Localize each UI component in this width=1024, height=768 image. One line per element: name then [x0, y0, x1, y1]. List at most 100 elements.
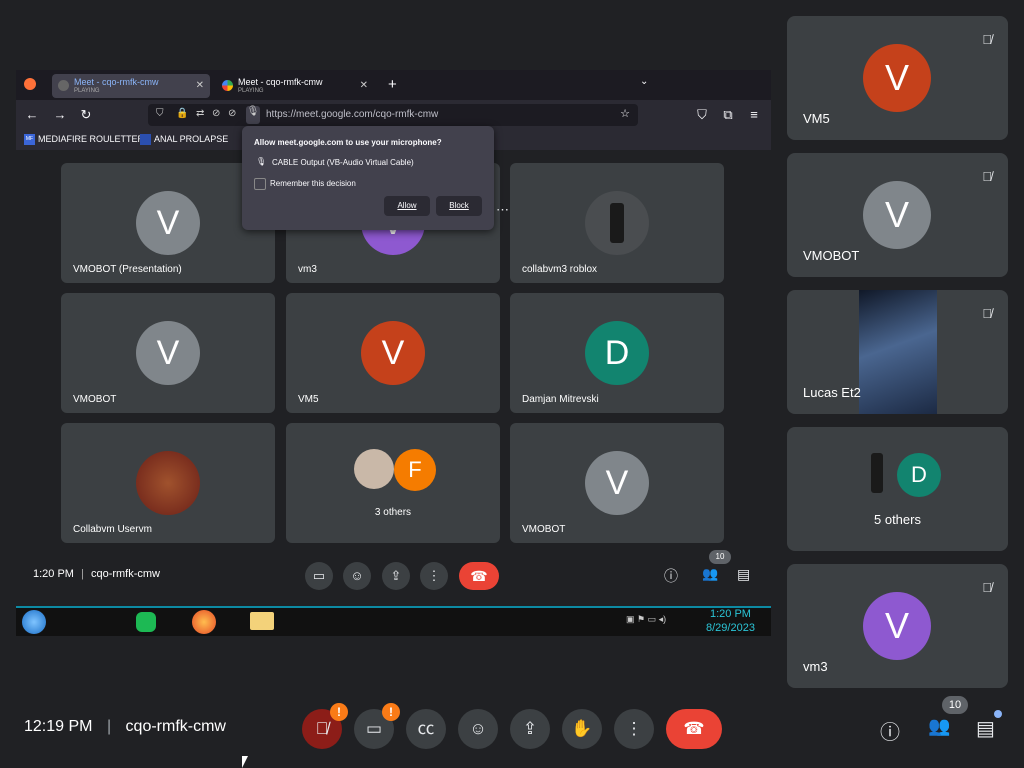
bookmark-2[interactable]: ANAL PROLAPSE [140, 134, 228, 146]
participant-name: vm3 [803, 659, 828, 674]
leave-call-button[interactable]: ☎ [666, 709, 722, 749]
meet-icon [222, 80, 233, 91]
allow-button[interactable]: Allow [384, 196, 430, 216]
avatar-photo [857, 449, 897, 497]
raise-hand-button[interactable]: ✋ [562, 709, 602, 749]
time: 1:20 PM [33, 568, 74, 580]
folder-icon[interactable] [250, 612, 274, 630]
tray-icons: ▣ ⚑ ▭ ◂) [626, 614, 667, 624]
url-text[interactable]: https://meet.google.com/cqo-rmfk-cmw [266, 109, 438, 120]
start-orb-icon[interactable] [22, 610, 46, 634]
avatar: V [863, 181, 931, 249]
captions-icon[interactable]: ▭ [305, 562, 333, 590]
captions-button[interactable]: ㏄ [406, 709, 446, 749]
participant-name: vm3 [298, 264, 317, 275]
microphone-toggle-button[interactable]: 🎙̸ ! [302, 703, 348, 749]
browser-tab-1[interactable]: Meet - cqo-rmfk-cmw PLAYING ✕ [52, 74, 210, 98]
avatar-photo [585, 191, 649, 255]
participant-name: VMOBOT [73, 394, 117, 405]
bookmark-label: MEDIAFIRE ROULETTER [38, 134, 145, 144]
shield-icon[interactable]: ⛉ [156, 108, 164, 119]
bookmark-star-icon[interactable]: ☆ [620, 107, 630, 120]
autoplay-blocked-icon[interactable]: ⊘ [228, 108, 236, 119]
firefox-taskbar-icon[interactable] [192, 610, 216, 634]
menu-icon[interactable]: ≡ [746, 107, 762, 123]
avatar: D [897, 453, 941, 497]
info-icon[interactable]: ⓘ [664, 566, 678, 586]
microphone-icon[interactable]: 🎙 [246, 106, 260, 124]
lock-icon[interactable]: 🔒 [176, 108, 188, 119]
meeting-code: cqo-rmfk-cmw [90, 568, 161, 580]
popup-title: Allow meet.google.com to use your microp… [254, 138, 442, 147]
app-icon[interactable] [136, 612, 156, 632]
bookmark-mediafire[interactable]: MF MEDIAFIRE ROULETTER [24, 134, 145, 146]
info-icon[interactable]: ⓘ [880, 716, 900, 745]
roblox-figure-icon [871, 453, 883, 493]
present-icon[interactable]: ⇪ [382, 562, 410, 590]
block-button[interactable]: Block [436, 196, 482, 216]
participant-name: Lucas Et2 [803, 385, 861, 400]
new-tab-button[interactable]: + [388, 76, 397, 93]
more-options-icon[interactable]: ⋯ [496, 202, 509, 218]
url-bar[interactable]: ⛉ 🔒 ⇄ ⊘ ⊘ 🎙 https://meet.google.com/cqo-… [148, 104, 638, 126]
close-tab-icon[interactable]: ✕ [196, 80, 204, 91]
people-icon[interactable]: 👥 [702, 566, 718, 582]
tab-status: PLAYING [238, 88, 264, 94]
inner-tile: D Damjan Mitrevski [510, 293, 724, 413]
participant-name: VM5 [803, 111, 830, 126]
avatar: V [863, 44, 931, 112]
meeting-info: 12:19 PM | cqo-rmfk-cmw [24, 718, 226, 736]
more-options-button[interactable]: ⋮ [614, 709, 654, 749]
participant-name: Collabvm Uservm [73, 524, 152, 535]
avatar-photo [354, 449, 394, 489]
avatar: F [394, 449, 436, 491]
forward-icon[interactable]: → [52, 107, 68, 123]
remember-checkbox[interactable] [254, 178, 266, 190]
chat-icon[interactable]: ▤ [737, 566, 750, 583]
emoji-button[interactable]: ☺ [458, 709, 498, 749]
inner-tile: F 3 others [286, 423, 500, 543]
inner-tile: collabvm3 roblox [510, 163, 724, 283]
participant-name: VM5 [298, 394, 319, 405]
firefox-menu-icon[interactable] [24, 78, 36, 90]
avatar: V [361, 321, 425, 385]
others-label: 3 others [374, 507, 412, 518]
warning-icon: ! [382, 703, 400, 721]
people-icon[interactable]: 👥 [928, 716, 950, 737]
roblox-figure-icon [610, 203, 624, 243]
chat-icon[interactable]: ▤ [976, 716, 995, 741]
emoji-icon[interactable]: ☺ [343, 562, 371, 590]
meeting-control-bar: 12:19 PM | cqo-rmfk-cmw 🎙̸ ! ▭ ! ㏄ ☺ ⇪ ✋… [0, 688, 1024, 768]
browser-tab-bar: Meet - cqo-rmfk-cmw PLAYING ✕ Meet - cqo… [16, 70, 771, 100]
hand-icon: ✋ [571, 719, 593, 738]
list-tabs-icon[interactable]: ⌄ [640, 76, 648, 87]
avatar: V [585, 451, 649, 515]
tab-status: PLAYING [74, 88, 100, 94]
camera-toggle-button[interactable]: ▭ ! [354, 703, 400, 749]
more-options-icon[interactable]: ⋮ [420, 562, 448, 590]
permissions-icon[interactable]: ⇄ [196, 108, 204, 119]
bookmark-icon [140, 134, 151, 146]
close-tab-icon[interactable]: ✕ [360, 80, 368, 91]
leave-call-icon[interactable]: ☎ [459, 562, 499, 590]
tab-title: Meet - cqo-rmfk-cmw [238, 77, 323, 87]
back-icon[interactable]: ← [24, 107, 40, 123]
mediafire-icon: MF [24, 134, 35, 146]
taskbar-time: 1:20 PM [710, 608, 751, 620]
meeting-time: 12:19 PM [24, 718, 93, 735]
os-taskbar: ▣ ⚑ ▭ ◂) 1:20 PM 8/29/2023 [16, 606, 771, 636]
pocket-icon[interactable]: ⛉ [694, 107, 710, 123]
avatar: D [585, 321, 649, 385]
camera-blocked-icon[interactable]: ⊘ [212, 108, 220, 119]
mic-off-icon: 🎙̸ [982, 306, 992, 321]
device-label: CABLE Output (VB-Audio Virtual Cable) [272, 158, 414, 167]
participant-count-badge: 10 [709, 550, 731, 564]
participant-name: VMOBOT [803, 248, 860, 263]
mic-off-icon: 🎙̸ [982, 32, 992, 47]
inner-meeting-time: 1:20 PM | cqo-rmfk-cmw [33, 568, 160, 580]
inner-tile: V VMOBOT [510, 423, 724, 543]
browser-tab-2[interactable]: Meet - cqo-rmfk-cmw PLAYING ✕ [216, 74, 374, 98]
present-button[interactable]: ⇪ [510, 709, 550, 749]
extensions-icon[interactable]: ⧉ [720, 107, 736, 123]
reload-icon[interactable]: ↻ [78, 107, 94, 123]
